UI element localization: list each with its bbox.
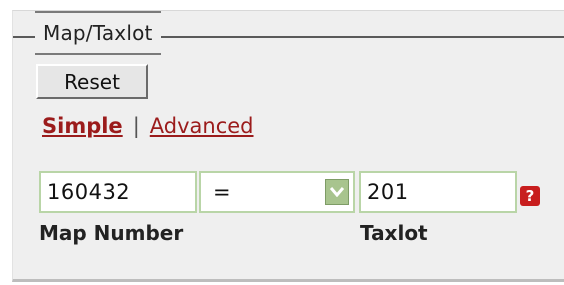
reset-button[interactable]: Reset	[36, 64, 148, 99]
taxlot-input[interactable]: 201	[359, 171, 517, 213]
help-icon[interactable]: ?	[520, 186, 540, 206]
search-mode-links: Simple | Advanced	[42, 111, 254, 141]
map-number-input[interactable]: 160432	[39, 171, 197, 213]
operator-select[interactable]: =	[199, 171, 355, 213]
advanced-link[interactable]: Advanced	[150, 114, 254, 138]
chevron-down-icon[interactable]	[325, 179, 349, 205]
mode-separator: |	[132, 114, 140, 138]
operator-selected-value: =	[213, 180, 231, 204]
map-number-label: Map Number	[39, 221, 184, 245]
taxlot-label: Taxlot	[360, 221, 428, 245]
map-taxlot-panel: Map/Taxlot Reset Simple | Advanced 16043…	[12, 10, 564, 282]
section-title: Map/Taxlot	[35, 11, 161, 55]
page: Map/Taxlot Reset Simple | Advanced 16043…	[0, 0, 564, 285]
simple-link[interactable]: Simple	[42, 114, 123, 138]
